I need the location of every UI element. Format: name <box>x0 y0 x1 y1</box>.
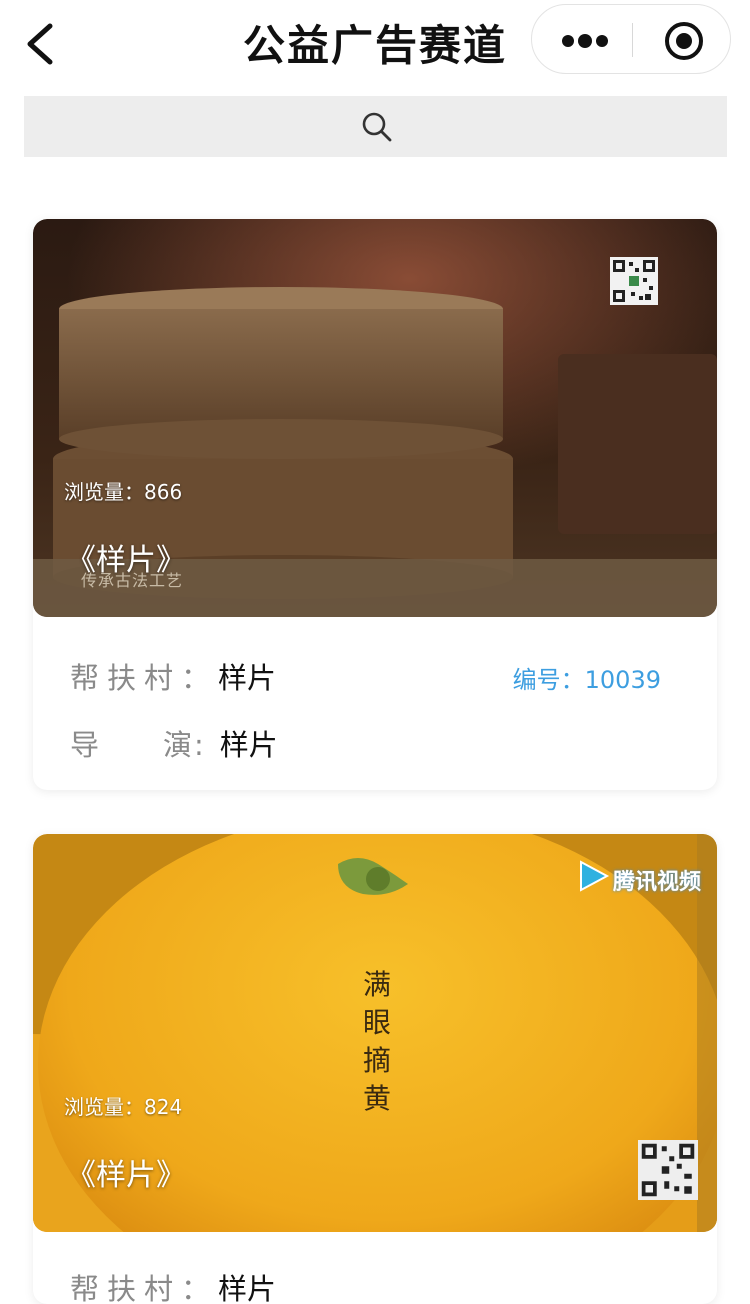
video-card[interactable]: 浏览量：866 《样片》 传承古法工艺 帮扶村：样片 编号：10039 导 演:… <box>33 219 717 790</box>
svg-text:黄: 黄 <box>363 1082 391 1115</box>
video-thumbnail[interactable]: 浏览量：866 《样片》 传承古法工艺 <box>33 219 717 617</box>
play-icon <box>580 860 610 892</box>
qr-code-icon <box>638 1140 698 1200</box>
target-icon <box>665 22 703 60</box>
watermark-text: 腾讯视频 <box>613 870 702 895</box>
svg-text:摘: 摘 <box>363 1044 391 1077</box>
video-title: 《样片》 <box>66 1158 186 1193</box>
director-value: 样片 <box>219 728 278 762</box>
video-caption: 传承古法工艺 <box>81 571 184 590</box>
village-row: 帮扶村：样片 <box>70 655 276 697</box>
nav-bar: 公益广告赛道 <box>0 0 750 90</box>
search-bar[interactable] <box>24 96 727 157</box>
more-icon <box>562 34 608 48</box>
video-card[interactable]: 满 眼 摘 黄 腾讯视频 浏览量：824 《样片》 帮扶村：样片 <box>33 834 717 1304</box>
close-miniprogram-button[interactable] <box>633 5 731 73</box>
capsule-menu <box>531 4 731 74</box>
village-row: 帮扶村：样片 <box>70 1266 276 1304</box>
director-row: 导 演: 样片 <box>70 722 278 764</box>
village-label: 帮扶村： <box>70 661 219 695</box>
more-button[interactable] <box>532 5 632 73</box>
search-icon <box>362 112 392 142</box>
qr-code-icon <box>610 257 658 305</box>
director-label: 导 演: <box>70 728 206 762</box>
svg-text:满: 满 <box>363 968 391 1001</box>
view-count: 浏览量：824 <box>64 1095 183 1119</box>
svg-text:眼: 眼 <box>363 1006 391 1039</box>
video-thumbnail[interactable]: 满 眼 摘 黄 腾讯视频 浏览量：824 《样片》 <box>33 834 717 1232</box>
entry-id: 编号：10039 <box>512 666 661 694</box>
view-count: 浏览量：866 <box>64 480 183 504</box>
village-value: 样片 <box>218 661 277 695</box>
